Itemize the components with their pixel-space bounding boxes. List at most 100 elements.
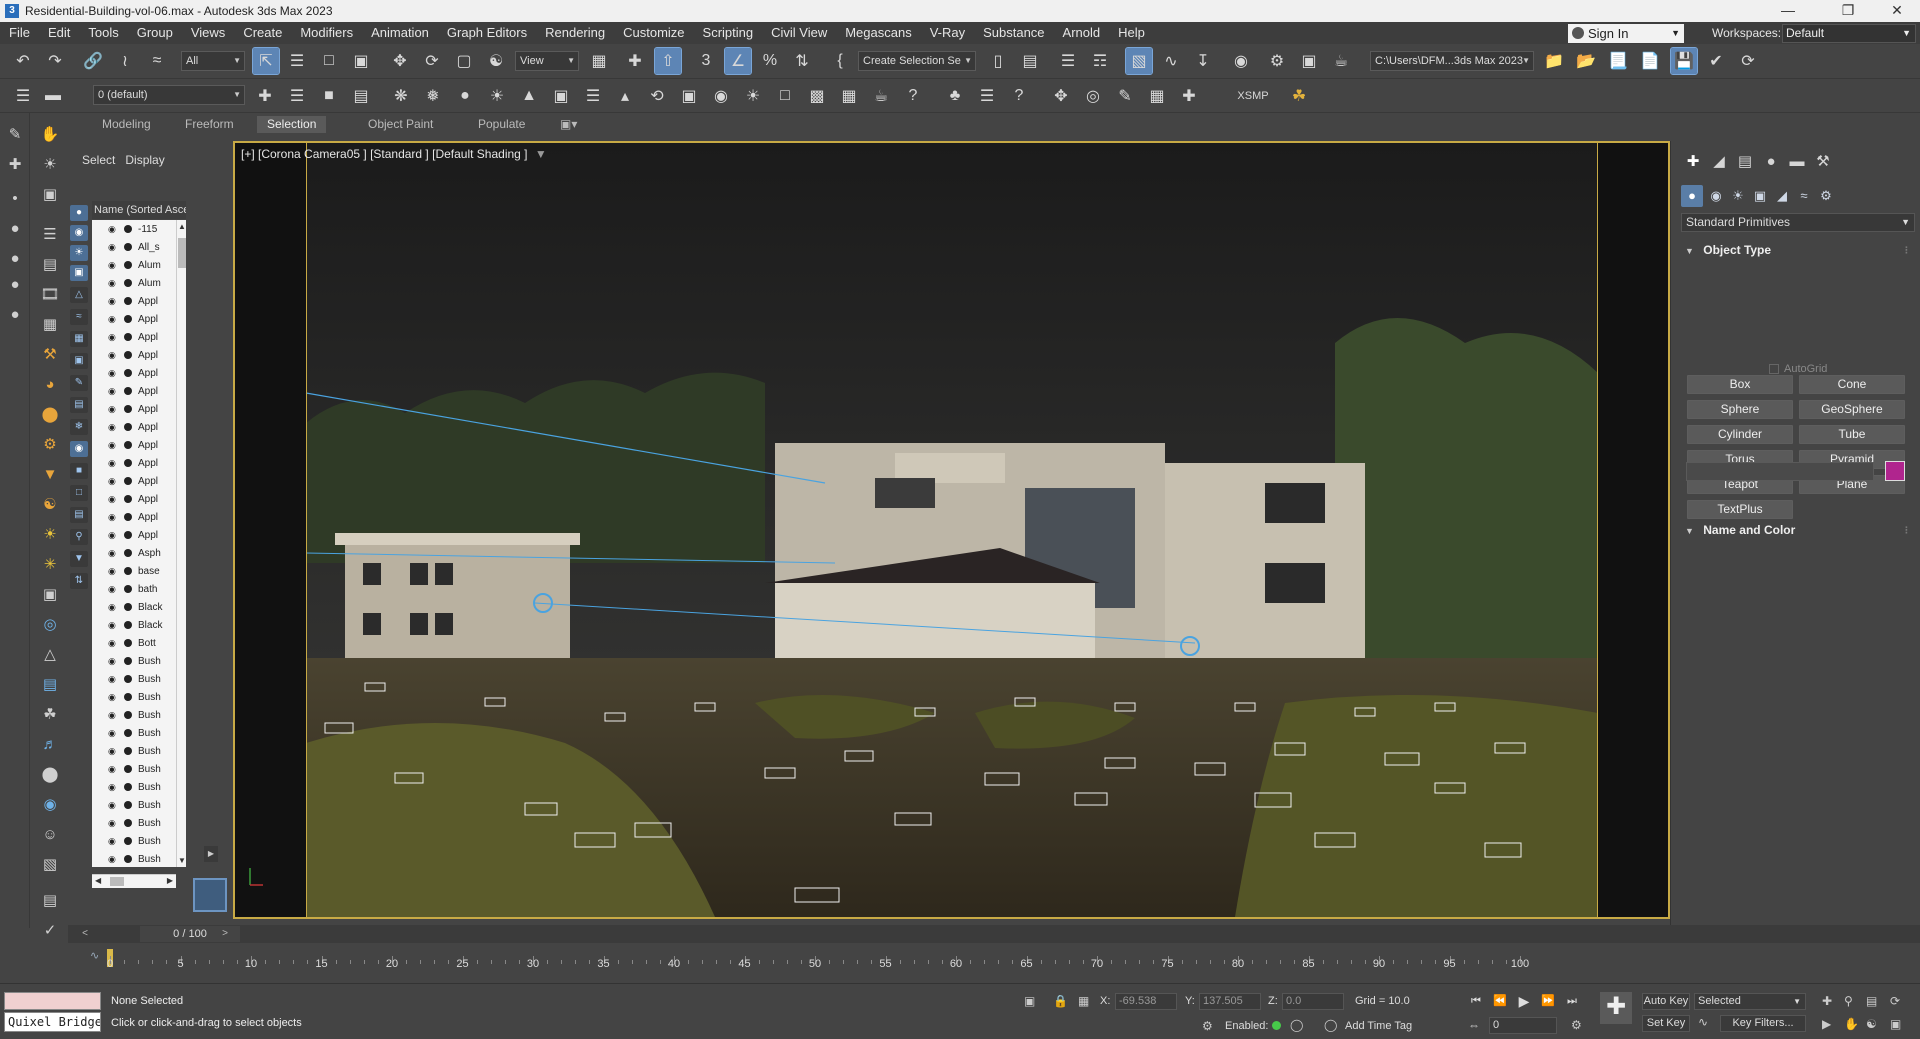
explorer-vertical-scrollbar[interactable]: ▲ ▼ xyxy=(176,220,186,867)
walk-icon[interactable]: ♬ xyxy=(38,733,62,755)
visibility-eye-icon[interactable]: ◉ xyxy=(108,296,120,307)
place-icon[interactable]: ☯ xyxy=(483,48,509,74)
bucket-icon[interactable]: ☘ xyxy=(1286,83,1312,109)
curve-editor-icon[interactable]: ∿ xyxy=(1158,48,1184,74)
explorer-display-menu[interactable]: Display xyxy=(125,153,164,167)
transform-helper-icon[interactable]: ✚ xyxy=(1176,83,1202,109)
rectangular-selection-icon[interactable]: □ xyxy=(316,48,342,74)
motion-tab-icon[interactable]: ● xyxy=(1759,151,1783,173)
play-icon[interactable]: ▶ xyxy=(1514,992,1534,1010)
redo-icon[interactable]: ↷ xyxy=(42,48,68,74)
close-icon[interactable]: ✕ xyxy=(1874,0,1920,22)
freeze-dot-icon[interactable] xyxy=(124,225,132,233)
layer-manager-icon[interactable]: ☰ xyxy=(10,83,36,109)
visibility-eye-icon[interactable]: ◉ xyxy=(108,818,120,829)
visibility-eye-icon[interactable]: ◉ xyxy=(108,278,120,289)
unlink-icon[interactable]: ≀ xyxy=(112,48,138,74)
scroll-right-icon[interactable]: ▶ xyxy=(167,876,173,885)
list-item[interactable]: ◉ Bush xyxy=(92,814,176,832)
ribbon-options-icon[interactable]: ▣▾ xyxy=(550,116,587,133)
target-icon[interactable]: ◎ xyxy=(1080,83,1106,109)
list-item[interactable]: ◉ Bush xyxy=(92,796,176,814)
systems-icon[interactable]: ⚙ xyxy=(1815,185,1837,207)
box-button[interactable]: Box xyxy=(1687,375,1793,394)
visibility-eye-icon[interactable]: ◉ xyxy=(108,566,120,577)
list-item[interactable]: ◉ Bott xyxy=(92,634,176,652)
small-dot-icon[interactable]: • xyxy=(3,187,27,209)
freeze-dot-icon[interactable] xyxy=(124,243,132,251)
display-cameras-icon[interactable]: ▣ xyxy=(70,265,88,281)
tab-object-paint[interactable]: Object Paint xyxy=(358,116,443,133)
time-config-icon[interactable]: ⚙ xyxy=(1571,1018,1582,1032)
container-icon[interactable]: ▧ xyxy=(38,853,62,875)
list-item[interactable]: ◉ Appl xyxy=(92,490,176,508)
freeze-dot-icon[interactable] xyxy=(124,711,132,719)
freeze-dot-icon[interactable] xyxy=(124,801,132,809)
viewport-label-text[interactable]: [+] [Corona Camera05 ] [Standard ] [Defa… xyxy=(241,147,528,161)
object-name-field[interactable] xyxy=(1686,462,1874,481)
helpers-icon[interactable]: ◢ xyxy=(1771,185,1793,207)
list-item[interactable]: ◉ Bush xyxy=(92,706,176,724)
y-coord-field[interactable]: 137.505 xyxy=(1199,993,1261,1010)
cameras-icon[interactable]: ▣ xyxy=(1749,185,1771,207)
freeze-dot-icon[interactable] xyxy=(124,315,132,323)
key-tangent-icon[interactable]: ∿ xyxy=(1698,1015,1708,1029)
maxscript-mini-listener[interactable]: Quixel Bridge xyxy=(4,1012,101,1032)
visibility-eye-icon[interactable]: ◉ xyxy=(108,656,120,667)
gear-icon[interactable]: ⚙ xyxy=(38,433,62,455)
freeze-dot-icon[interactable] xyxy=(124,747,132,755)
visibility-eye-icon[interactable]: ◉ xyxy=(108,458,120,469)
menu-create[interactable]: Create xyxy=(234,22,291,44)
list-item[interactable]: ◉ All_s xyxy=(92,238,176,256)
scroll-thumb[interactable] xyxy=(110,877,124,886)
freeze-dot-icon[interactable] xyxy=(124,675,132,683)
freeze-dot-icon[interactable] xyxy=(124,765,132,773)
sphere-small-icon[interactable]: ● xyxy=(3,273,27,295)
zoom-region-icon[interactable]: ⚲ xyxy=(1844,994,1853,1008)
menu-graph-editors[interactable]: Graph Editors xyxy=(438,22,536,44)
display-all-icon[interactable]: ■ xyxy=(70,463,88,479)
geometry-icon[interactable]: ● xyxy=(1681,185,1703,207)
next-key-icon[interactable]: ⏩ xyxy=(1538,992,1558,1010)
find-icon[interactable]: ⚲ xyxy=(70,529,88,545)
snaps-toggle-icon[interactable]: 3 xyxy=(693,48,719,74)
move-icon[interactable]: ✥ xyxy=(387,48,413,74)
freeze-dot-icon[interactable] xyxy=(124,783,132,791)
display-none-icon[interactable]: □ xyxy=(70,485,88,501)
visibility-eye-icon[interactable]: ◉ xyxy=(108,620,120,631)
orbit-camera-icon[interactable]: ⟳ xyxy=(1890,994,1900,1008)
freeze-dot-icon[interactable] xyxy=(124,333,132,341)
menu-animation[interactable]: Animation xyxy=(362,22,438,44)
freeze-dot-icon[interactable] xyxy=(124,585,132,593)
restore-icon[interactable]: ❐ xyxy=(1825,0,1871,22)
frame-buffer-icon[interactable]: ▣ xyxy=(676,83,702,109)
visibility-eye-icon[interactable]: ◉ xyxy=(108,260,120,271)
auto-key-button[interactable]: Auto Key xyxy=(1642,993,1690,1010)
measure-icon[interactable]: △ xyxy=(38,643,62,665)
film-icon[interactable]: 🎞 xyxy=(38,283,62,305)
hierarchy-tab-icon[interactable]: ▤ xyxy=(1733,151,1757,173)
list-item[interactable]: ◉ Appl xyxy=(92,418,176,436)
list-item[interactable]: ◉ Bush xyxy=(92,688,176,706)
freeze-dot-icon[interactable] xyxy=(124,405,132,413)
align-icon[interactable]: ▤ xyxy=(1017,48,1043,74)
visibility-eye-icon[interactable]: ◉ xyxy=(108,368,120,379)
layer-properties-icon[interactable]: ▤ xyxy=(348,83,374,109)
layers-icon[interactable]: ▤ xyxy=(38,673,62,695)
display-lights-icon[interactable]: ☀ xyxy=(70,245,88,261)
toggle-scene-explorer-icon[interactable]: ☰ xyxy=(1055,48,1081,74)
freeze-dot-icon[interactable] xyxy=(124,639,132,647)
scale-icon[interactable]: ▢ xyxy=(451,48,477,74)
list-item[interactable]: ◉ -115 xyxy=(92,220,176,238)
next-frame-icon[interactable]: > xyxy=(218,925,232,943)
sphere-small-icon[interactable]: ● xyxy=(3,247,27,269)
rendered-frame-window-icon[interactable]: ▣ xyxy=(1296,48,1322,74)
menu-customize[interactable]: Customize xyxy=(614,22,693,44)
lock-icon[interactable]: 🔒 xyxy=(1053,994,1068,1008)
particle-icon[interactable]: ❋ xyxy=(388,83,414,109)
tab-freeform[interactable]: Freeform xyxy=(175,116,244,133)
maxscript-listener-output[interactable] xyxy=(4,992,101,1010)
scroll-up-icon[interactable]: ▲ xyxy=(178,222,186,231)
list-item[interactable]: ◉ Alum xyxy=(92,274,176,292)
list-item[interactable]: ◉ Bush xyxy=(92,760,176,778)
